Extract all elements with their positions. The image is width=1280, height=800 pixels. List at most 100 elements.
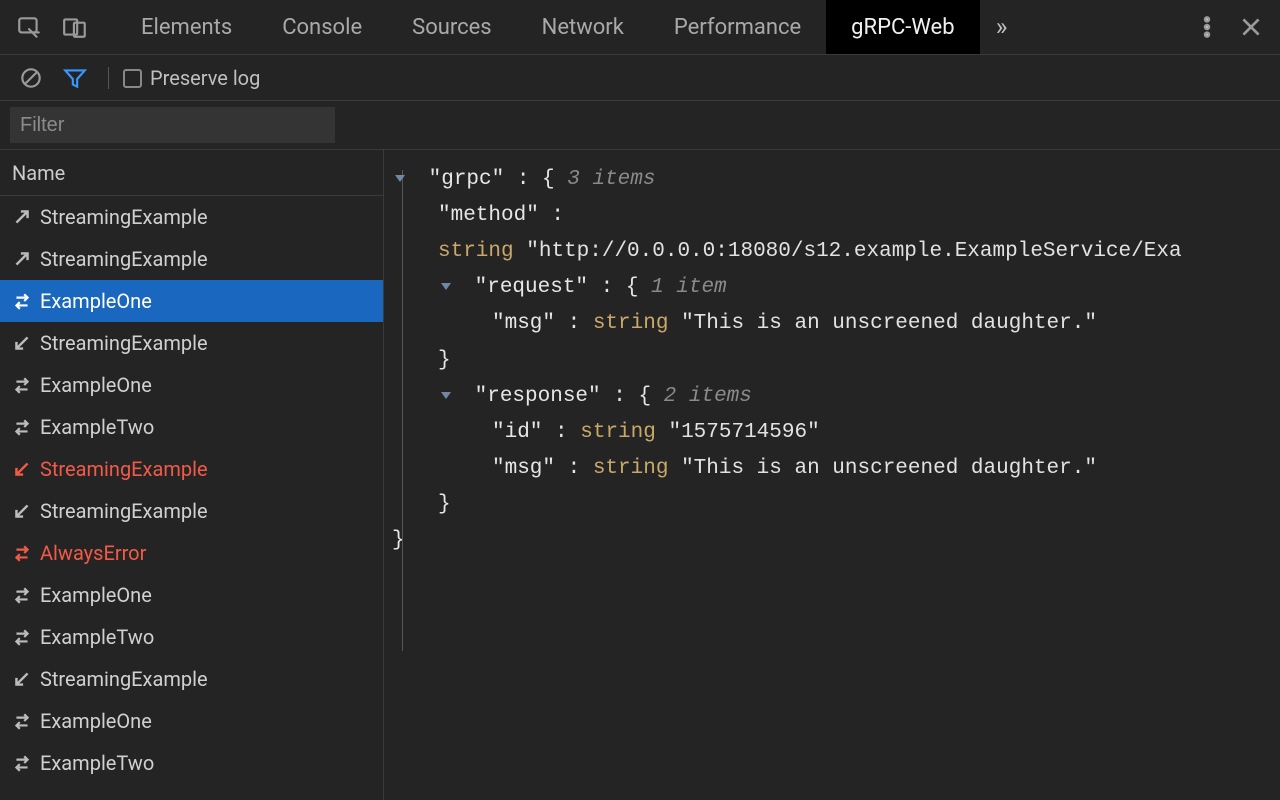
filter-icon[interactable] bbox=[56, 59, 94, 97]
json-request[interactable]: "request" : { 1 item bbox=[384, 270, 1280, 306]
json-meta: 1 item bbox=[651, 276, 727, 299]
json-key: "method" bbox=[438, 204, 539, 227]
request-row-label: ExampleOne bbox=[40, 373, 152, 397]
arrow-in-icon bbox=[12, 501, 32, 521]
json-key: "request" bbox=[475, 276, 588, 299]
devtools-topbar: Elements Console Sources Network Perform… bbox=[0, 0, 1280, 55]
request-row-label: ExampleOne bbox=[40, 709, 152, 733]
tree-guide-line bbox=[402, 170, 403, 651]
tab-network[interactable]: Network bbox=[517, 0, 649, 54]
json-type: string bbox=[438, 240, 514, 263]
arrow-bidir-icon bbox=[12, 291, 32, 311]
clear-icon[interactable] bbox=[12, 59, 50, 97]
request-row-label: ExampleTwo bbox=[40, 751, 154, 775]
request-row-label: StreamingExample bbox=[40, 331, 208, 355]
filter-input[interactable] bbox=[10, 107, 335, 143]
request-row[interactable]: StreamingExample bbox=[0, 196, 383, 238]
json-response-id[interactable]: "id" : string "1575714596" bbox=[384, 415, 1280, 451]
json-key: "msg" bbox=[492, 457, 555, 480]
json-response[interactable]: "response" : { 2 items bbox=[384, 379, 1280, 415]
json-key: "id" bbox=[492, 421, 542, 444]
arrow-bidir-icon bbox=[12, 627, 32, 647]
tab-console[interactable]: Console bbox=[257, 0, 387, 54]
json-method-value: string "http://0.0.0.0:18080/s12.example… bbox=[384, 234, 1280, 270]
json-string: "1575714596" bbox=[668, 421, 819, 444]
main-split: Name StreamingExample StreamingExample Exa… bbox=[0, 150, 1280, 800]
request-row[interactable]: ExampleTwo bbox=[0, 406, 383, 448]
json-brace-close: } bbox=[384, 487, 1280, 523]
inspect-element-icon[interactable] bbox=[10, 8, 48, 46]
arrow-out-icon bbox=[12, 249, 32, 269]
json-method[interactable]: "method" : bbox=[384, 198, 1280, 234]
json-string: "This is an unscreened daughter." bbox=[681, 312, 1097, 335]
json-brace-close: } bbox=[384, 343, 1280, 379]
arrow-bidir-icon bbox=[12, 375, 32, 395]
json-type: string bbox=[580, 421, 656, 444]
request-row[interactable]: ExampleTwo bbox=[0, 742, 383, 784]
request-row-label: StreamingExample bbox=[40, 499, 208, 523]
request-row-label: ExampleTwo bbox=[40, 625, 154, 649]
tab-sources[interactable]: Sources bbox=[387, 0, 517, 54]
request-row[interactable]: ExampleTwo bbox=[0, 616, 383, 658]
json-request-msg[interactable]: "msg" : string "This is an unscreened da… bbox=[384, 306, 1280, 342]
request-row-label: StreamingExample bbox=[40, 205, 208, 229]
preserve-log-toggle[interactable]: Preserve log bbox=[123, 66, 260, 90]
tab-grpc-web[interactable]: gRPC-Web bbox=[826, 0, 979, 54]
json-brace-close: } bbox=[384, 523, 1280, 559]
request-row-label: ExampleTwo bbox=[40, 415, 154, 439]
tab-elements[interactable]: Elements bbox=[116, 0, 257, 54]
request-row[interactable]: AlwaysError bbox=[0, 532, 383, 574]
request-row[interactable]: StreamingExample bbox=[0, 658, 383, 700]
json-type: string bbox=[593, 312, 669, 335]
tab-performance[interactable]: Performance bbox=[649, 0, 826, 54]
json-root[interactable]: "grpc" : { 3 items bbox=[384, 162, 1280, 198]
panel-tabs: Elements Console Sources Network Perform… bbox=[116, 0, 1188, 54]
request-row[interactable]: StreamingExample bbox=[0, 490, 383, 532]
request-row[interactable]: ExampleOne bbox=[0, 280, 383, 322]
json-type: string bbox=[593, 457, 669, 480]
request-row[interactable]: ExampleOne bbox=[0, 574, 383, 616]
arrow-bidir-icon bbox=[12, 417, 32, 437]
kebab-menu-icon[interactable] bbox=[1188, 8, 1226, 46]
json-response-msg[interactable]: "msg" : string "This is an unscreened da… bbox=[384, 451, 1280, 487]
json-string: "http://0.0.0.0:18080/s12.example.Exampl… bbox=[526, 240, 1181, 263]
arrow-out-icon bbox=[12, 207, 32, 227]
arrow-in-icon bbox=[12, 333, 32, 353]
json-meta: 2 items bbox=[664, 385, 752, 408]
request-row-label: StreamingExample bbox=[40, 667, 208, 691]
json-string: "This is an unscreened daughter." bbox=[681, 457, 1097, 480]
request-row[interactable]: StreamingExample bbox=[0, 322, 383, 364]
preserve-log-checkbox[interactable] bbox=[123, 69, 142, 88]
request-row-label: StreamingExample bbox=[40, 247, 208, 271]
json-key: "grpc" bbox=[429, 168, 505, 191]
detail-pane: "grpc" : { 3 items "method" : string "ht… bbox=[384, 150, 1280, 800]
filter-row bbox=[0, 101, 1280, 150]
json-meta: 3 items bbox=[567, 168, 655, 191]
disclosure-triangle-icon[interactable] bbox=[438, 387, 456, 405]
request-row-label: AlwaysError bbox=[40, 541, 146, 565]
preserve-log-label: Preserve log bbox=[150, 66, 260, 90]
request-row[interactable]: ExampleOne bbox=[0, 700, 383, 742]
request-row-label: ExampleOne bbox=[40, 289, 152, 313]
sidebar-header-name[interactable]: Name bbox=[0, 150, 383, 196]
request-row-label: StreamingExample bbox=[40, 457, 208, 481]
request-row[interactable]: StreamingExample bbox=[0, 448, 383, 490]
arrow-bidir-icon bbox=[12, 711, 32, 731]
arrow-bidir-icon bbox=[12, 585, 32, 605]
chevron-double-right-icon: » bbox=[996, 13, 1008, 42]
arrow-in-icon bbox=[12, 669, 32, 689]
toolbar-divider bbox=[108, 67, 109, 89]
arrow-in-icon bbox=[12, 459, 32, 479]
request-list: StreamingExample StreamingExample ExampleO… bbox=[0, 196, 383, 784]
request-row[interactable]: StreamingExample bbox=[0, 238, 383, 280]
arrow-bidir-icon bbox=[12, 543, 32, 563]
disclosure-triangle-icon[interactable] bbox=[438, 278, 456, 296]
request-row[interactable]: ExampleOne bbox=[0, 364, 383, 406]
request-row-label: ExampleOne bbox=[40, 583, 152, 607]
json-key: "msg" bbox=[492, 312, 555, 335]
more-tabs-button[interactable]: » bbox=[980, 13, 1024, 42]
panel-toolbar: Preserve log bbox=[0, 55, 1280, 101]
device-toggle-icon[interactable] bbox=[56, 8, 94, 46]
disclosure-triangle-icon[interactable] bbox=[392, 170, 410, 188]
close-icon[interactable] bbox=[1232, 8, 1270, 46]
